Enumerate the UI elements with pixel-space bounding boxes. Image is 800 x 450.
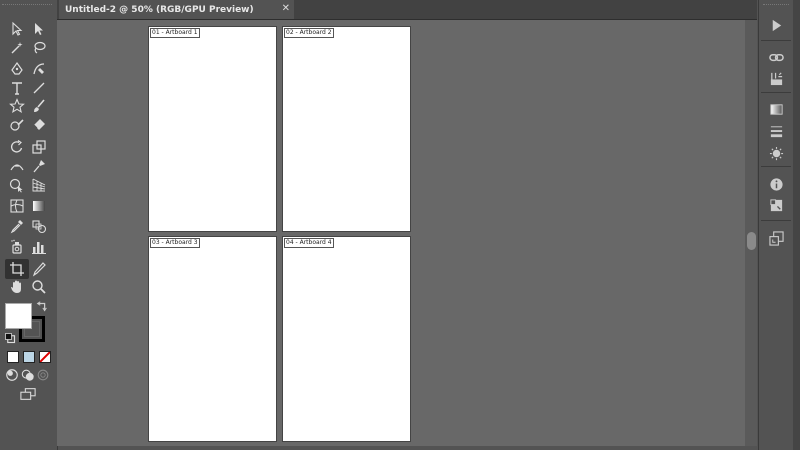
tools-panel [0,0,58,450]
hand-tool-icon[interactable] [7,278,27,296]
links-icon[interactable] [766,48,786,66]
artboard-tool-icon[interactable] [5,259,29,279]
column-graph-tool-icon[interactable] [29,238,49,256]
canvas[interactable]: 01 - Artboard 1 02 - Artboard 2 03 - Art… [57,20,745,446]
symbol-sprayer-tool-icon[interactable] [7,238,27,256]
selection-tool-icon[interactable] [7,20,27,38]
artboard-label[interactable]: 03 - Artboard 3 [150,238,200,248]
color-mode-button[interactable] [7,351,19,363]
panel-grip[interactable] [2,4,52,7]
width-tool-icon[interactable] [7,157,27,175]
panel-divider [761,220,791,221]
mesh-tool-icon[interactable] [7,197,27,215]
libraries-icon[interactable] [766,69,786,87]
scale-tool-icon[interactable] [29,138,49,156]
star-tool-icon[interactable] [7,97,27,115]
puppet-warp-tool-icon[interactable] [29,157,49,175]
direct-selection-tool-icon[interactable] [29,20,49,38]
scrollbar-thumb[interactable] [747,232,756,250]
line-segment-tool-icon[interactable] [29,79,49,97]
gradient-tool-icon[interactable] [29,197,49,215]
artboard-label[interactable]: 01 - Artboard 1 [150,28,200,38]
paintbrush-tool-icon[interactable] [29,97,49,115]
slice-tool-icon[interactable] [29,260,49,278]
swap-fill-stroke-icon[interactable] [35,300,49,314]
artboard-3[interactable]: 03 - Artboard 3 [148,236,277,442]
panel-divider [761,40,791,41]
blend-tool-icon[interactable] [29,217,49,235]
panel-divider [761,92,791,93]
pen-tool-icon[interactable] [7,60,27,78]
draw-behind-icon[interactable] [21,368,35,382]
artboard-1[interactable]: 01 - Artboard 1 [148,26,277,232]
default-colors-icon[interactable] [4,332,16,344]
fill-swatch[interactable] [5,303,32,329]
document-tab-bar: Untitled-2 @ 50% (RGB/GPU Preview) ✕ [57,0,757,20]
perspective-grid-tool-icon[interactable] [29,176,49,194]
panel-divider [761,166,791,167]
gradient-panel-icon[interactable] [766,100,786,118]
draw-inside-icon[interactable] [36,368,50,382]
rotate-tool-icon[interactable] [7,138,27,156]
shape-builder-tool-icon[interactable] [7,176,27,194]
artboards-panel-icon[interactable] [766,229,786,247]
screen-mode-icon[interactable] [18,386,38,402]
stroke-panel-icon[interactable] [766,122,786,140]
document-tab[interactable]: Untitled-2 @ 50% (RGB/GPU Preview) ✕ [59,0,294,19]
vertical-scrollbar[interactable] [745,20,757,446]
close-icon[interactable]: ✕ [282,3,290,14]
panel-grip[interactable] [763,4,789,7]
none-mode-button[interactable] [39,351,51,363]
document-tab-title: Untitled-2 @ 50% (RGB/GPU Preview) [65,4,254,15]
eraser-tool-icon[interactable] [29,116,49,134]
gradient-mode-button[interactable] [23,351,35,363]
play-icon[interactable] [766,16,786,34]
appearance-icon[interactable] [766,144,786,162]
zoom-tool-icon[interactable] [29,278,49,296]
eyedropper-tool-icon[interactable] [7,217,27,235]
panel-dock [758,0,793,450]
info-icon[interactable] [766,175,786,193]
magic-wand-tool-icon[interactable] [7,39,27,57]
curvature-tool-icon[interactable] [29,60,49,78]
artboard-label[interactable]: 04 - Artboard 4 [284,238,334,248]
type-tool-icon[interactable] [7,79,27,97]
lasso-tool-icon[interactable] [29,39,49,57]
draw-normal-icon[interactable] [5,368,19,382]
artboard-label[interactable]: 02 - Artboard 2 [284,28,334,38]
transform-icon[interactable] [766,196,786,214]
artboard-4[interactable]: 04 - Artboard 4 [282,236,411,442]
artboard-2[interactable]: 02 - Artboard 2 [282,26,411,232]
shaper-tool-icon[interactable] [7,116,27,134]
window-edge [793,0,800,450]
